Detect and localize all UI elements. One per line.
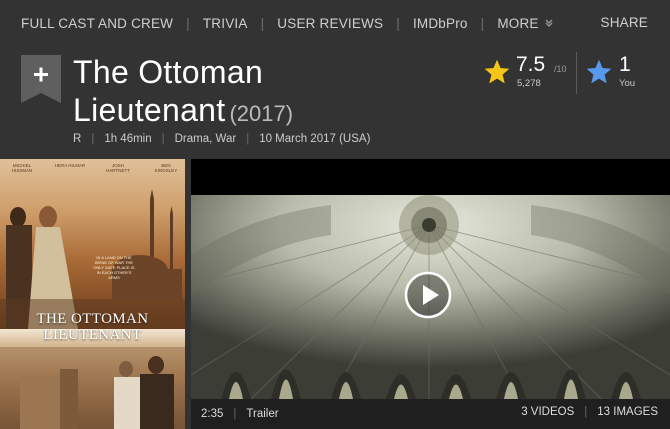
poster-credit: JOSH HARTNETT <box>106 163 130 173</box>
vbar-separator: | <box>233 408 237 420</box>
nav-more-dropdown[interactable]: MORE <box>497 16 553 31</box>
title-meta: R | 1h 46min | Drama, War | 10 March 201… <box>73 133 370 145</box>
images-link[interactable]: 13 IMAGES <box>597 406 658 418</box>
poster-image[interactable]: MICHIEL HUISMAN HERA HILMAR JOSH HARTNET… <box>0 159 185 429</box>
star-icon <box>484 59 510 84</box>
title-year-link[interactable]: (2017) <box>229 101 293 126</box>
title-line-2: Lieutenant (2017) <box>73 91 403 133</box>
poster-credit: MICHIEL HUISMAN <box>11 163 33 173</box>
video-type: Trailer <box>246 408 279 420</box>
vbar-separator: | <box>584 406 588 418</box>
nav-separator: | <box>186 15 190 31</box>
video-duration: 2:35 <box>201 408 224 420</box>
poster-credit: HERA HILMAR <box>54 163 86 168</box>
meta-separator: | <box>91 133 95 145</box>
poster-title-line-1: THE OTTOMAN <box>36 311 149 327</box>
nav-separator: | <box>396 15 400 31</box>
title-line-2-text: Lieutenant <box>73 92 226 128</box>
certificate: R <box>73 133 82 145</box>
your-rating-label: You <box>619 78 636 89</box>
double-chevron-down-icon <box>545 19 553 27</box>
poster-credit: BEN KINGSLEY <box>154 163 178 173</box>
nav-separator: | <box>480 15 485 31</box>
poster-credits: MICHIEL HUISMAN HERA HILMAR JOSH HARTNET… <box>6 163 182 173</box>
your-rating-value: 1 <box>619 53 631 76</box>
nav-user-reviews-link[interactable]: USER REVIEWS <box>277 16 383 31</box>
page-title: The Ottoman Lieutenant (2017) <box>73 53 403 133</box>
top-nav: FULL CAST AND CREW | TRIVIA | USER REVIE… <box>0 0 670 46</box>
video-info-bar: 2:35 | Trailer 3 VIDEOS | 13 IMAGES <box>191 399 670 429</box>
share-button[interactable]: SHARE <box>600 15 648 30</box>
your-rating-button[interactable]: 1 You <box>585 53 655 95</box>
rating-count-link[interactable]: 5,278 <box>517 78 541 89</box>
media-links: 3 VIDEOS | 13 IMAGES <box>521 406 658 418</box>
poster-lower-art <box>0 347 185 429</box>
add-to-watchlist-button[interactable] <box>21 55 61 103</box>
poster-upper-scene: MICHIEL HUISMAN HERA HILMAR JOSH HARTNET… <box>0 159 185 329</box>
nav-separator: | <box>260 15 265 31</box>
poster-title-line-2: LIEUTENANT <box>43 327 142 343</box>
video-player[interactable] <box>191 159 670 399</box>
nav-imdbpro-link[interactable]: IMDbPro <box>413 16 468 31</box>
rating-value: 7.5 <box>516 53 546 76</box>
meta-separator: | <box>161 133 165 145</box>
release-date-link[interactable]: 10 March 2017 (USA) <box>259 133 370 145</box>
divider <box>576 52 577 94</box>
videos-link[interactable]: 3 VIDEOS <box>521 406 574 418</box>
star-icon <box>586 59 612 84</box>
poster-scene-art <box>0 189 185 329</box>
runtime: 1h 46min <box>104 133 152 145</box>
nav-more-label: MORE <box>497 15 539 31</box>
title-line-1: The Ottoman <box>73 54 264 90</box>
poster-lower-scene <box>0 347 185 429</box>
poster-tagline: IN A LAND ON THE BRINK OF WAR THE ONLY S… <box>93 255 135 280</box>
nav-trivia-link[interactable]: TRIVIA <box>203 16 248 31</box>
meta-separator: | <box>246 133 250 145</box>
imdb-rating: 7.5 /10 5,278 <box>483 53 573 95</box>
genres-link[interactable]: Drama, War <box>175 133 237 145</box>
rating-scale: /10 <box>554 64 567 74</box>
poster-title: THE OTTOMAN LIEUTENANT <box>0 311 185 343</box>
nav-full-cast-link[interactable]: FULL CAST AND CREW <box>21 16 173 31</box>
play-icon[interactable] <box>404 271 452 319</box>
